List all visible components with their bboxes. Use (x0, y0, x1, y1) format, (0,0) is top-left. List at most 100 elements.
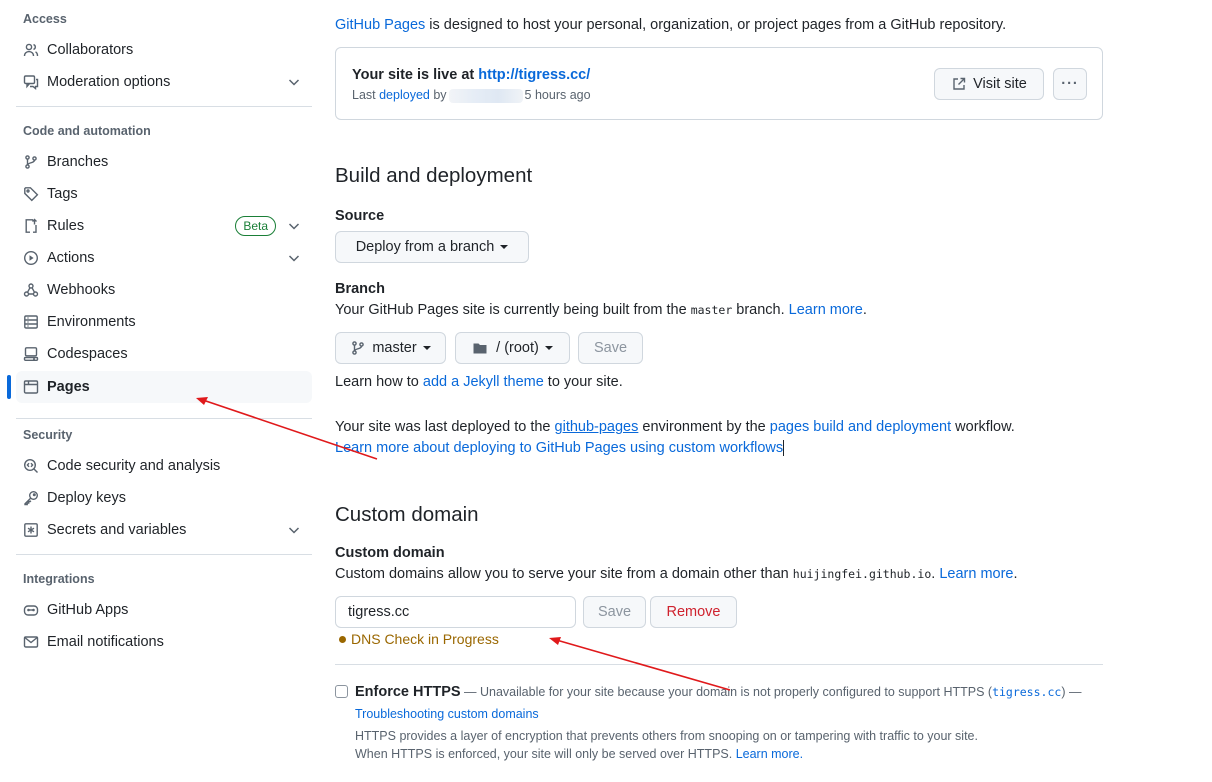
sidebar-item-rules[interactable]: Rules Beta (16, 210, 312, 242)
custom-workflows-link[interactable]: Learn more about deploying to GitHub Pag… (335, 440, 783, 456)
sidebar-item-collaborators[interactable]: Collaborators (16, 34, 312, 66)
folder-select-button[interactable]: / (root) (455, 332, 570, 364)
status-dot-icon (339, 635, 346, 643)
sidebar-item-label: Moderation options (47, 74, 171, 90)
repo-push-icon (23, 218, 39, 234)
custom-desc-period: . (1013, 566, 1018, 582)
pages-intro: GitHub Pages is designed to host your pe… (335, 17, 1006, 33)
deploy-text: environment by the (638, 419, 770, 435)
custom-domain-description: Custom domains allow you to serve your s… (335, 566, 1018, 582)
sidebar-item-codespaces[interactable]: Codespaces (16, 338, 312, 370)
sidebar-divider (16, 554, 312, 555)
site-url-link[interactable]: http://tigress.cc/ (478, 67, 590, 83)
comment-discussion-icon (23, 74, 39, 90)
more-options-button[interactable]: ··· (1053, 68, 1087, 100)
chevron-down-icon[interactable] (286, 522, 302, 538)
custom-domain-learn-more-link[interactable]: Learn more (939, 566, 1013, 582)
intro-text: is designed to host your personal, organ… (425, 17, 1007, 33)
settings-sidebar: Access Collaborators Moderation options … (0, 0, 320, 782)
sidebar-item-label: Codespaces (47, 346, 128, 362)
github-pages-environment-link[interactable]: github-pages (555, 419, 639, 435)
active-indicator (7, 375, 11, 399)
section-divider (335, 664, 1103, 665)
sidebar-item-github-apps[interactable]: GitHub Apps (16, 594, 312, 626)
sidebar-item-label: GitHub Apps (47, 602, 129, 618)
custom-domain-label: Custom domain (335, 545, 445, 561)
custom-domain-heading: Custom domain (335, 503, 479, 526)
sidebar-item-moderation[interactable]: Moderation options (16, 66, 312, 98)
sidebar-item-branches[interactable]: Branches (16, 146, 312, 178)
deployed-link[interactable]: deployed (379, 88, 430, 102)
sidebar-item-secrets[interactable]: Secrets and variables (16, 514, 312, 546)
git-branch-icon (23, 154, 39, 170)
pages-settings-main: GitHub Pages is designed to host your pe… (335, 0, 1105, 782)
sidebar-item-pages[interactable]: Pages (16, 371, 312, 403)
github-pages-link[interactable]: GitHub Pages (335, 17, 425, 33)
sidebar-item-actions[interactable]: Actions (16, 242, 312, 274)
sidebar-item-tags[interactable]: Tags (16, 178, 312, 210)
sidebar-item-environments[interactable]: Environments (16, 306, 312, 338)
beta-badge: Beta (235, 216, 276, 236)
branch-select-button[interactable]: master (335, 332, 446, 364)
people-icon (23, 42, 39, 58)
jekyll-theme-link[interactable]: add a Jekyll theme (423, 374, 544, 390)
jekyll-theme-text: Learn how to add a Jekyll theme to your … (335, 374, 623, 390)
sidebar-item-email-notifications[interactable]: Email notifications (16, 626, 312, 658)
troubleshooting-line: Troubleshooting custom domains (355, 706, 1105, 722)
sidebar-item-label: Pages (47, 379, 90, 395)
enforce-https-title-line: Enforce HTTPS — Unavailable for your sit… (355, 683, 1105, 701)
chevron-down-icon[interactable] (286, 250, 302, 266)
tag-icon (23, 186, 39, 202)
workflow-link[interactable]: pages build and deployment (770, 419, 951, 435)
enforce-https-text: Enforce HTTPS — Unavailable for your sit… (355, 683, 1105, 763)
branch-text: Your GitHub Pages site is currently bein… (335, 302, 691, 318)
custom-domain-input[interactable] (335, 596, 576, 628)
enforce-https-checkbox[interactable] (335, 685, 348, 698)
custom-domain-save-button[interactable]: Save (583, 596, 646, 628)
sidebar-item-webhooks[interactable]: Webhooks (16, 274, 312, 306)
troubleshooting-link[interactable]: Troubleshooting custom domains (355, 707, 539, 721)
branch-text: branch. (732, 302, 789, 318)
jekyll-suffix: to your site. (543, 374, 623, 390)
section-heading-access: Access (23, 12, 67, 26)
custom-domain-remove-button[interactable]: Remove (650, 596, 737, 628)
https-note: ) — (1061, 685, 1082, 699)
section-heading-integrations: Integrations (23, 572, 95, 586)
site-live-title: Your site is live at http://tigress.cc/ (352, 67, 590, 83)
branch-button-label: master (372, 340, 417, 356)
asterisk-icon (23, 522, 39, 538)
https-note: — Unavailable for your site because your… (460, 685, 993, 699)
deployed-by: by (429, 88, 447, 102)
https-learn-more-link[interactable]: Learn more. (736, 747, 803, 761)
codescan-icon (23, 458, 39, 474)
branch-label: Branch (335, 281, 385, 297)
codespaces-icon (23, 346, 39, 362)
sidebar-item-deploy-keys[interactable]: Deploy keys (16, 482, 312, 514)
sidebar-item-label: Actions (47, 250, 95, 266)
default-domain-code: huijingfei.github.io (792, 567, 932, 581)
webhook-icon (23, 282, 39, 298)
dns-status-text: DNS Check in Progress (351, 631, 499, 647)
source-select[interactable]: Deploy from a branch (335, 231, 529, 263)
sidebar-item-code-security[interactable]: Code security and analysis (16, 450, 312, 482)
branch-save-button[interactable]: Save (578, 332, 643, 364)
section-heading-code-automation: Code and automation (23, 124, 151, 138)
https-description-2: When HTTPS is enforced, your site will o… (355, 745, 1105, 763)
mail-icon (23, 634, 39, 650)
visit-site-label: Visit site (973, 76, 1027, 92)
hubot-icon (23, 602, 39, 618)
chevron-down-icon[interactable] (286, 218, 302, 234)
folder-icon (472, 340, 488, 356)
text-cursor (783, 440, 785, 457)
play-icon (23, 250, 39, 266)
source-label: Source (335, 208, 385, 224)
chevron-down-icon[interactable] (286, 74, 302, 90)
sidebar-item-label: Code security and analysis (47, 458, 221, 474)
jekyll-prefix: Learn how to (335, 374, 423, 390)
branch-learn-more-link[interactable]: Learn more (789, 302, 863, 318)
live-title-prefix: Your site is live at (352, 67, 479, 83)
sidebar-item-label: Tags (47, 186, 78, 202)
branch-description: Your GitHub Pages site is currently bein… (335, 302, 867, 318)
visit-site-button[interactable]: Visit site (934, 68, 1044, 100)
key-icon (23, 490, 39, 506)
